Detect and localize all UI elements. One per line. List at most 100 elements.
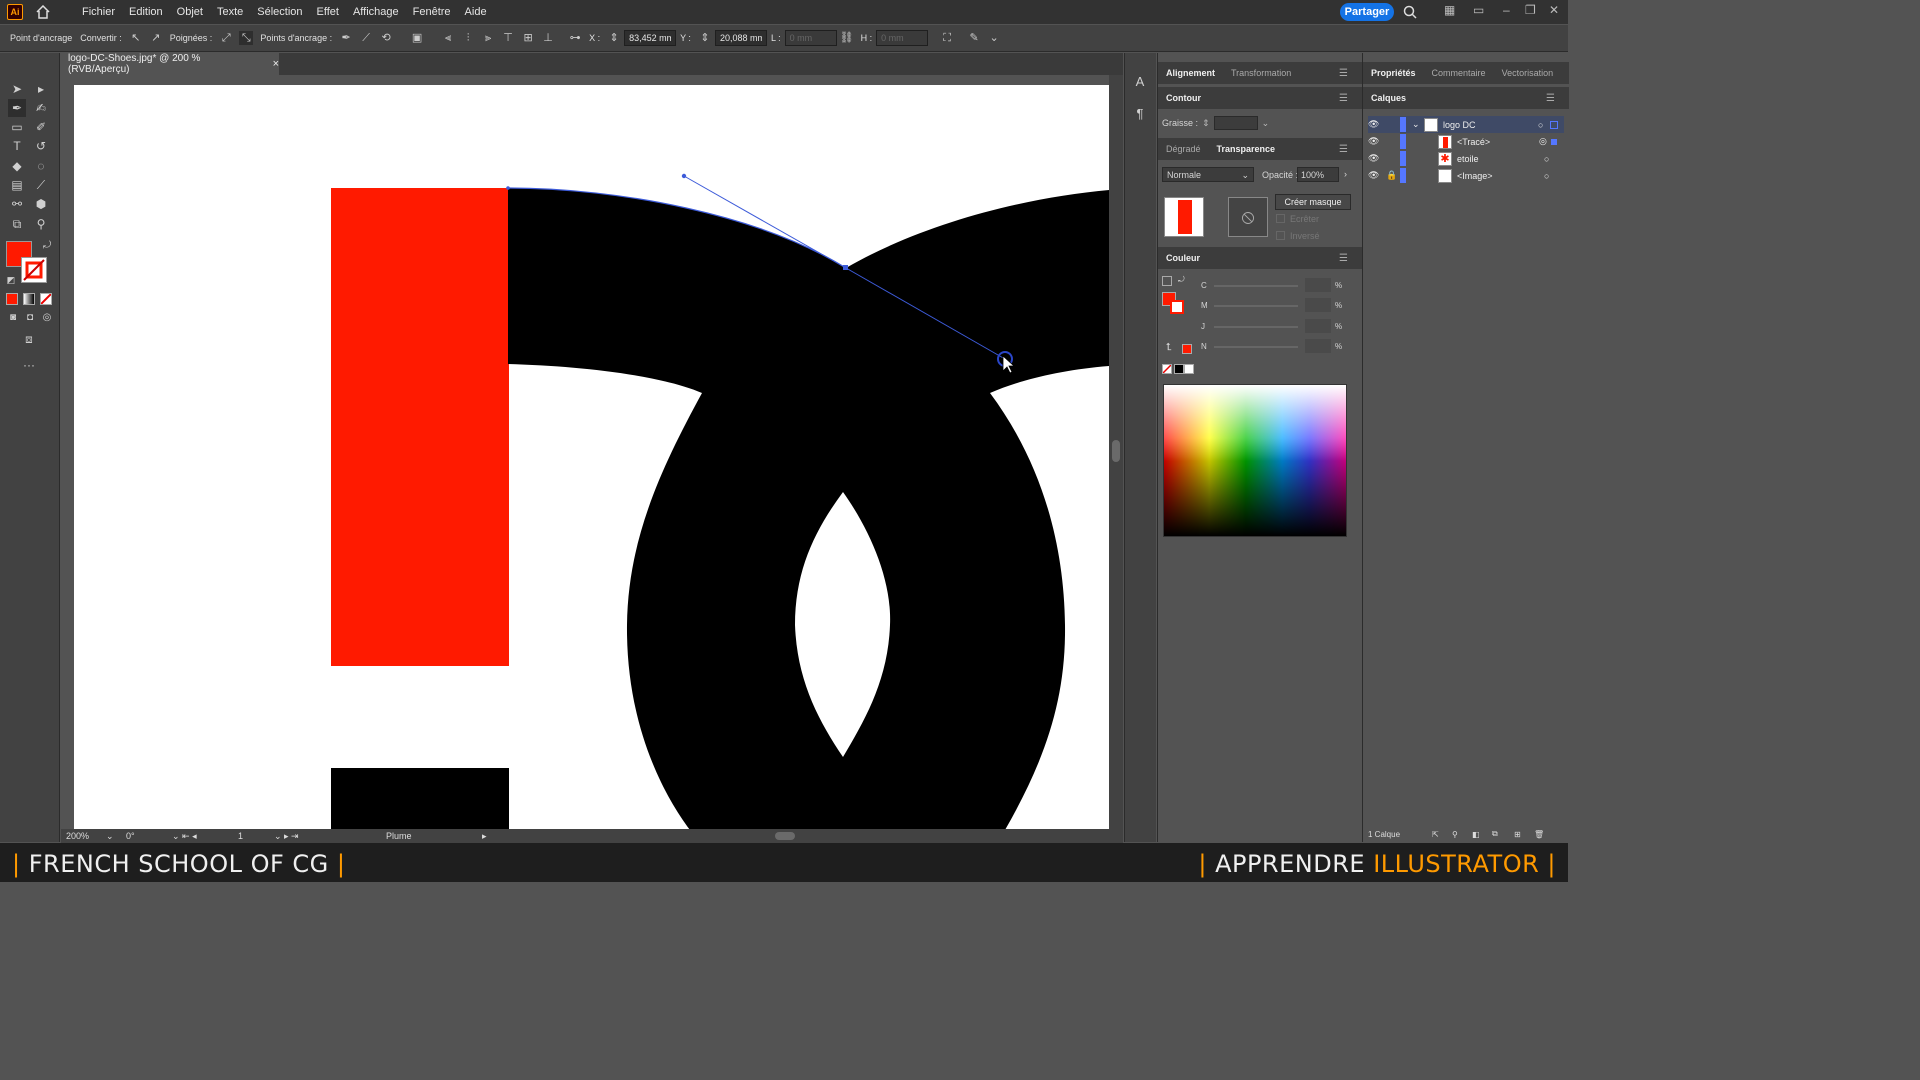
- direct-selection-tool-icon[interactable]: ▸: [32, 80, 50, 98]
- align-vcenter-icon[interactable]: ⊞: [521, 31, 535, 45]
- target-icon[interactable]: ○: [1538, 120, 1550, 130]
- opacity-arrow-icon[interactable]: ›: [1344, 169, 1347, 179]
- zoom-tool-icon[interactable]: ⚲: [32, 215, 50, 233]
- scroll-thumb[interactable]: [1112, 440, 1120, 462]
- tab-alignement[interactable]: Alignement: [1158, 68, 1223, 78]
- cut-path-icon[interactable]: ⟲: [379, 31, 393, 45]
- character-panel-icon[interactable]: A: [1131, 73, 1149, 91]
- link-icon[interactable]: ⛓: [840, 31, 854, 45]
- black-rectangle[interactable]: [331, 768, 509, 830]
- lock-icon[interactable]: 🔒: [1386, 170, 1400, 181]
- tab-transparence[interactable]: Transparence: [1209, 144, 1284, 154]
- tab-proprietes[interactable]: Propriétés: [1363, 68, 1424, 78]
- menu-fenetre[interactable]: Fenêtre: [406, 6, 458, 18]
- red-rectangle[interactable]: [331, 188, 509, 666]
- artboard[interactable]: [74, 85, 1109, 830]
- invert-checkbox[interactable]: [1276, 231, 1285, 240]
- handles-hide-icon[interactable]: ⤡: [239, 31, 254, 45]
- menu-texte[interactable]: Texte: [210, 6, 250, 18]
- anchor-point[interactable]: [843, 265, 848, 270]
- artboard-tool-icon[interactable]: ⧉: [8, 215, 26, 233]
- convert-corner-icon[interactable]: ↖: [129, 31, 143, 45]
- screen-mode-icon[interactable]: ⧈: [20, 330, 38, 348]
- channel-n-slider[interactable]: [1214, 346, 1298, 348]
- stroke-swatch[interactable]: [21, 257, 47, 283]
- channel-m-slider[interactable]: [1214, 305, 1298, 307]
- convert-smooth-icon[interactable]: ↗: [149, 31, 163, 45]
- gamut-swatch[interactable]: [1182, 344, 1192, 354]
- new-layer-icon[interactable]: ⊞: [1514, 830, 1534, 839]
- channel-c-input[interactable]: [1305, 278, 1331, 292]
- layer-name[interactable]: <Image>: [1457, 171, 1544, 181]
- menu-edition[interactable]: Edition: [122, 6, 170, 18]
- artboard-nav-icon[interactable]: ⌄ ⇤ ◂: [172, 831, 238, 842]
- channel-c-slider[interactable]: [1214, 285, 1298, 287]
- restore-icon[interactable]: ❐: [1525, 3, 1536, 17]
- artwork[interactable]: [74, 85, 1109, 830]
- channel-n-input[interactable]: [1305, 339, 1331, 353]
- handles-show-icon[interactable]: ⤢: [219, 31, 233, 45]
- visibility-icon[interactable]: 👁: [1368, 136, 1386, 147]
- distribute-icon[interactable]: ⊶: [568, 31, 582, 45]
- close-window-icon[interactable]: ✕: [1549, 3, 1559, 17]
- remove-anchor-icon[interactable]: ✒: [339, 31, 353, 45]
- layer-row[interactable]: 👁 ✱ etoile ○: [1368, 150, 1564, 167]
- top-band-shape[interactable]: [508, 188, 1109, 393]
- align-bottom-icon[interactable]: ⊥: [541, 31, 555, 45]
- pen-tool-icon[interactable]: ✒: [8, 99, 26, 117]
- eyedropper-tool-icon[interactable]: ⟋: [32, 176, 50, 194]
- symbol-tool-icon[interactable]: ⬢: [32, 195, 50, 213]
- puppet-icon[interactable]: ✎: [967, 31, 981, 45]
- swap-colors-icon[interactable]: ⤾: [38, 237, 56, 255]
- y-stepper-icon[interactable]: ⇕: [698, 31, 712, 45]
- tab-vectorisation[interactable]: Vectorisation: [1494, 68, 1562, 78]
- vertical-scrollbar[interactable]: [1109, 75, 1123, 830]
- home-icon[interactable]: [35, 5, 51, 19]
- selection-tool-icon[interactable]: ➤: [8, 80, 26, 98]
- width-input[interactable]: [784, 30, 837, 46]
- rectangle-tool-icon[interactable]: ▭: [8, 118, 26, 136]
- opacity-input[interactable]: 100%: [1297, 167, 1339, 182]
- weight-stepper-icon[interactable]: ⇕: [1202, 118, 1210, 129]
- menu-aide[interactable]: Aide: [458, 6, 494, 18]
- blend-mode-select[interactable]: Normale ⌄: [1162, 167, 1254, 182]
- visibility-icon[interactable]: 👁: [1368, 170, 1386, 181]
- brush-tool-icon[interactable]: ✐: [32, 118, 50, 136]
- isolate-icon[interactable]: ▣: [410, 31, 424, 45]
- weight-dropdown-icon[interactable]: ⌄: [1262, 118, 1270, 129]
- x-input[interactable]: [624, 30, 677, 46]
- align-right-icon[interactable]: ⫸: [481, 31, 495, 45]
- weight-input[interactable]: [1213, 116, 1258, 130]
- align-top-icon[interactable]: ⊤: [501, 31, 515, 45]
- rotation-value[interactable]: 0°: [126, 831, 172, 841]
- layer-row[interactable]: 👁 ⌄ logo DC ○: [1368, 116, 1564, 133]
- share-button[interactable]: Partager: [1340, 3, 1394, 21]
- rotate-tool-icon[interactable]: ↺: [32, 137, 50, 155]
- selection-indicator[interactable]: [1550, 120, 1558, 129]
- expand-chevron-icon[interactable]: ⌄: [1412, 119, 1424, 130]
- blend-tool-icon[interactable]: ⚯: [8, 195, 26, 213]
- black-swatch[interactable]: [1174, 364, 1184, 374]
- clip-checkbox[interactable]: [1276, 214, 1285, 223]
- panel-layout-icon[interactable]: ▭: [1473, 3, 1484, 17]
- y-input[interactable]: [714, 30, 767, 46]
- chevron-down-icon[interactable]: ⌄: [987, 31, 1001, 45]
- artboard-next-icon[interactable]: ⌄ ▸ ⇥: [274, 831, 386, 842]
- layers-menu-icon[interactable]: ☰: [1538, 93, 1563, 104]
- target-icon[interactable]: ◎: [1539, 136, 1551, 147]
- search-icon[interactable]: [1403, 5, 1417, 19]
- mask-prohibited-icon[interactable]: ⦸: [1228, 197, 1268, 237]
- new-sublayer-icon[interactable]: ⧉: [1492, 829, 1514, 839]
- color-spectrum[interactable]: [1163, 384, 1347, 537]
- x-stepper-icon[interactable]: ⇕: [607, 31, 621, 45]
- transform-icon[interactable]: ⛶: [940, 31, 954, 45]
- layer-name[interactable]: etoile: [1457, 154, 1544, 164]
- menu-objet[interactable]: Objet: [170, 6, 210, 18]
- menu-fichier[interactable]: Fichier: [75, 6, 122, 18]
- align-hcenter-icon[interactable]: ⫶: [461, 31, 475, 45]
- tab-commentaire[interactable]: Commentaire: [1424, 68, 1494, 78]
- panel-menu-icon[interactable]: ☰: [1331, 68, 1356, 79]
- selection-indicator[interactable]: [1551, 138, 1557, 145]
- connect-anchor-icon[interactable]: ⟋: [359, 31, 373, 45]
- layer-row[interactable]: 👁 🔒 <Image> ○: [1368, 167, 1564, 184]
